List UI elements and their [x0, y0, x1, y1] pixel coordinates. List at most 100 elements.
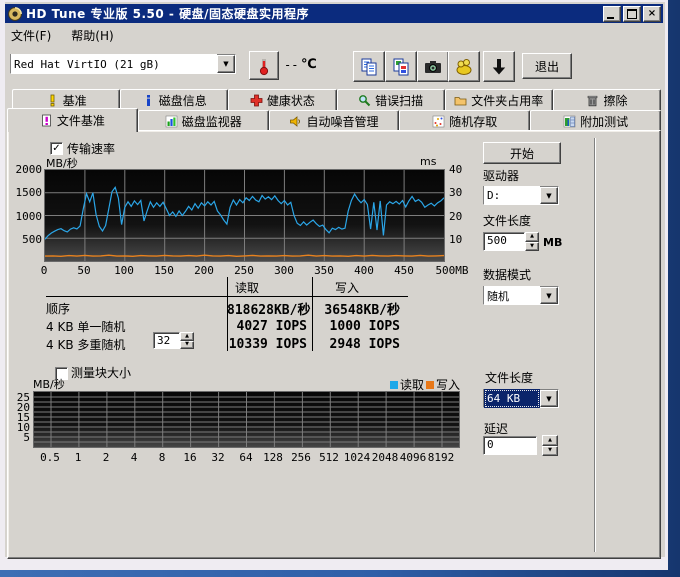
tab-excl-yellow[interactable]: 基准 — [12, 89, 120, 110]
chart1-xtick: 50 — [70, 264, 98, 277]
donate-button[interactable] — [448, 51, 480, 82]
drive-select-value: Red Hat VirtIO (21 gB) — [11, 54, 217, 74]
data-mode-dropdown-button[interactable]: ▼ — [540, 287, 558, 304]
chart1-y2label: ms — [420, 155, 436, 168]
file-length-input[interactable]: 500 — [483, 232, 525, 251]
tab-label: 基准 — [63, 92, 87, 109]
tab-speaker[interactable]: 自动噪音管理 — [269, 110, 400, 131]
chart1-xtick: 450 — [390, 264, 418, 277]
copy-text-button[interactable] — [353, 51, 385, 82]
exit-button[interactable]: 退出 — [522, 53, 572, 79]
file-length-unit: MB — [543, 236, 562, 249]
tab-label: 随机存取 — [449, 113, 497, 130]
spin-up-icon[interactable]: ▲ — [542, 435, 558, 446]
queue-depth-spinner: ▲ ▼ — [180, 332, 194, 349]
chevron-down-icon: ▼ — [546, 292, 551, 300]
block-size-chart — [33, 391, 460, 448]
speaker-icon — [289, 115, 302, 128]
delay-value: 0 — [484, 437, 536, 452]
menu-item-0[interactable]: 文件(F) — [6, 26, 56, 45]
chart1-xtick: 150 — [150, 264, 178, 277]
chart1-y2tick: 20 — [449, 210, 462, 223]
tab-row-front: 文件基准磁盘监视器自动噪音管理 随机存取 附加测试 — [7, 110, 661, 132]
chart1-ytick: 1500 — [16, 186, 43, 199]
chart1-xtick: 400 — [350, 264, 378, 277]
chart1-ytick: 500 — [22, 233, 42, 246]
copy-image-icon — [391, 57, 411, 77]
data-mode-value: 随机 — [484, 286, 540, 305]
temperature-button[interactable] — [249, 51, 279, 80]
result-write-value: 36548KB/秒 — [307, 299, 400, 318]
tab-random-dots[interactable]: 随机存取 — [399, 110, 530, 131]
transfer-rate-chart — [44, 169, 445, 262]
drive-select-combo[interactable]: Red Hat VirtIO (21 gB) ▼ — [10, 54, 236, 74]
maximize-button[interactable] — [623, 6, 641, 22]
block-file-length-dropdown-button[interactable]: ▼ — [540, 390, 558, 407]
drive-label: 驱动器 — [483, 167, 519, 184]
close-button[interactable]: × — [643, 6, 661, 22]
result-read-value: 818628KB/秒 — [227, 299, 307, 318]
start-button[interactable]: 开始 — [483, 142, 561, 164]
queue-depth-input[interactable]: 32 — [153, 332, 180, 349]
save-results-button[interactable] — [483, 51, 515, 82]
tab-info-blue[interactable]: 磁盘信息 — [120, 89, 228, 110]
tab-erase-trash[interactable]: 擦除 — [553, 89, 661, 110]
block-file-length-combo[interactable]: 64 KB ▼ — [483, 389, 559, 408]
spin-down-icon[interactable]: ▼ — [542, 446, 558, 457]
drive-combo-dropdown-button[interactable]: ▼ — [540, 187, 558, 204]
erase-trash-icon — [586, 94, 599, 107]
disk-monitor-icon — [165, 115, 178, 128]
spin-up-icon[interactable]: ▲ — [180, 332, 194, 341]
minimize-button[interactable] — [603, 6, 621, 22]
delay-spinner: ▲ ▼ — [542, 435, 558, 456]
tab-health-cross[interactable]: 健康状态 — [228, 89, 336, 110]
drive-select-dropdown-button[interactable]: ▼ — [217, 55, 235, 73]
titlebar: HD Tune 专业版 5.50 - 硬盘/固态硬盘实用程序 × — [5, 4, 663, 23]
spin-down-icon[interactable]: ▼ — [180, 341, 194, 350]
file-length2-label: 文件长度 — [485, 369, 533, 386]
chart1-y2tick: 10 — [449, 233, 462, 246]
tab-disk-monitor[interactable]: 磁盘监视器 — [138, 110, 269, 131]
temperature-unit: ℃ — [301, 57, 317, 72]
menu-item-1[interactable]: 帮助(H) — [66, 26, 118, 45]
close-icon: × — [648, 9, 656, 19]
drive-combo[interactable]: D: ▼ — [483, 186, 559, 205]
chart1-xtick: 200 — [190, 264, 218, 277]
file-length-spinner: ▲ ▼ — [525, 232, 539, 251]
camera-icon — [423, 57, 443, 77]
tab-label: 文件夹占用率 — [471, 92, 543, 109]
transfer-rate-checkbox[interactable]: ✓ — [50, 142, 63, 155]
delay-label: 延迟 — [484, 420, 508, 437]
spin-down-icon[interactable]: ▼ — [525, 242, 539, 252]
excl-yellow-icon — [46, 94, 59, 107]
chevron-down-icon: ▼ — [546, 395, 551, 403]
minimize-icon — [607, 17, 614, 19]
spin-up-icon[interactable]: ▲ — [525, 232, 539, 242]
tab-scan-magnifier[interactable]: 错误扫描 — [337, 89, 445, 110]
chart2-ylabel: MB/秒 — [33, 376, 65, 392]
copy-image-button[interactable] — [385, 51, 417, 82]
drive-combo-value: D: — [484, 186, 540, 205]
start-button-label: 开始 — [510, 145, 534, 162]
screenshot-button[interactable] — [417, 51, 449, 82]
donate-icon — [454, 57, 474, 77]
data-mode-combo[interactable]: 随机 ▼ — [483, 286, 559, 305]
scan-magnifier-icon — [358, 94, 371, 107]
chart1-xtick: 500MB — [430, 264, 474, 277]
extra-tests-icon — [563, 115, 576, 128]
tab-extra-tests[interactable]: 附加测试 — [530, 110, 661, 131]
chart1-ytick: 2000 — [16, 163, 43, 176]
read-legend-swatch — [390, 381, 398, 389]
delay-input[interactable]: 0 — [483, 436, 537, 455]
tab-label: 附加测试 — [580, 113, 628, 130]
result-row-label: 顺序 — [46, 300, 227, 317]
chart1-xtick: 100 — [110, 264, 138, 277]
app-icon — [8, 7, 22, 21]
tab-folder[interactable]: 文件夹占用率 — [445, 89, 553, 110]
result-read-value: 10339 IOPS — [227, 337, 307, 352]
block-file-length-value: 64 KB — [484, 389, 540, 408]
tab-label: 健康状态 — [267, 92, 315, 109]
tab-file-benchmark[interactable]: 文件基准 — [7, 108, 138, 132]
window-title: HD Tune 专业版 5.50 - 硬盘/固态硬盘实用程序 — [26, 5, 601, 22]
tab-label: 磁盘信息 — [159, 92, 207, 109]
